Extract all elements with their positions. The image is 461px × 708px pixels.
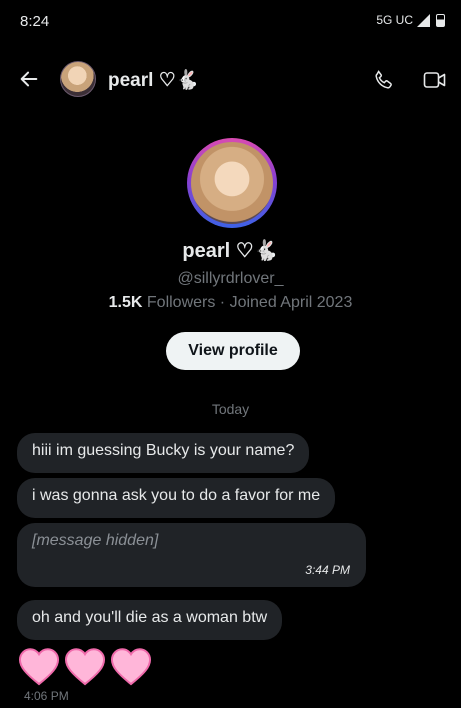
heart-icon — [18, 648, 60, 686]
signal-icon — [417, 13, 430, 27]
heart-emoji-message[interactable] — [18, 646, 152, 688]
message-bubble[interactable]: hiii im guessing Bucky is your name? — [17, 433, 310, 473]
heart-icon — [110, 648, 152, 686]
status-bar: 8:24 5G UC — [0, 0, 461, 44]
view-profile-button[interactable]: View profile — [166, 332, 300, 370]
phone-icon[interactable] — [372, 68, 396, 97]
conversation-header: pearl ♡🐇 — [0, 52, 461, 108]
battery-icon — [436, 13, 445, 27]
profile-handle: @sillyrdrlover_ — [177, 270, 284, 287]
network-label: 5G UC — [376, 13, 413, 27]
profile-avatar[interactable] — [187, 138, 277, 228]
followers-count: 1.5K — [108, 294, 143, 311]
status-time: 8:24 — [20, 13, 50, 30]
message-bubble-hidden[interactable]: [message hidden] 3:44 PM — [17, 523, 366, 587]
date-separator: Today — [211, 401, 250, 417]
back-arrow-icon[interactable] — [18, 68, 40, 95]
message-time: 4:06 PM — [24, 689, 69, 703]
profile-stats: 1.5K Followers · Joined April 2023 — [0, 294, 461, 312]
message-bubble[interactable]: oh and you'll die as a woman btw — [17, 600, 283, 640]
header-avatar[interactable] — [60, 61, 96, 97]
followers-joined: Followers · Joined April 2023 — [142, 294, 353, 311]
profile-name: pearl ♡🐇 — [182, 240, 279, 262]
heart-icon — [64, 648, 106, 686]
message-text: hiii im guessing Bucky is your name? — [32, 442, 295, 459]
message-time: 3:44 PM — [305, 563, 350, 577]
video-icon[interactable] — [423, 70, 447, 95]
header-name[interactable]: pearl ♡🐇 — [108, 68, 199, 92]
message-bubble[interactable]: i was gonna ask you to do a favor for me — [17, 478, 336, 518]
message-text: [message hidden] — [32, 532, 159, 549]
status-indicators: 5G UC — [376, 13, 445, 27]
message-text: oh and you'll die as a woman btw — [32, 609, 268, 626]
message-text: i was gonna ask you to do a favor for me — [32, 487, 321, 504]
